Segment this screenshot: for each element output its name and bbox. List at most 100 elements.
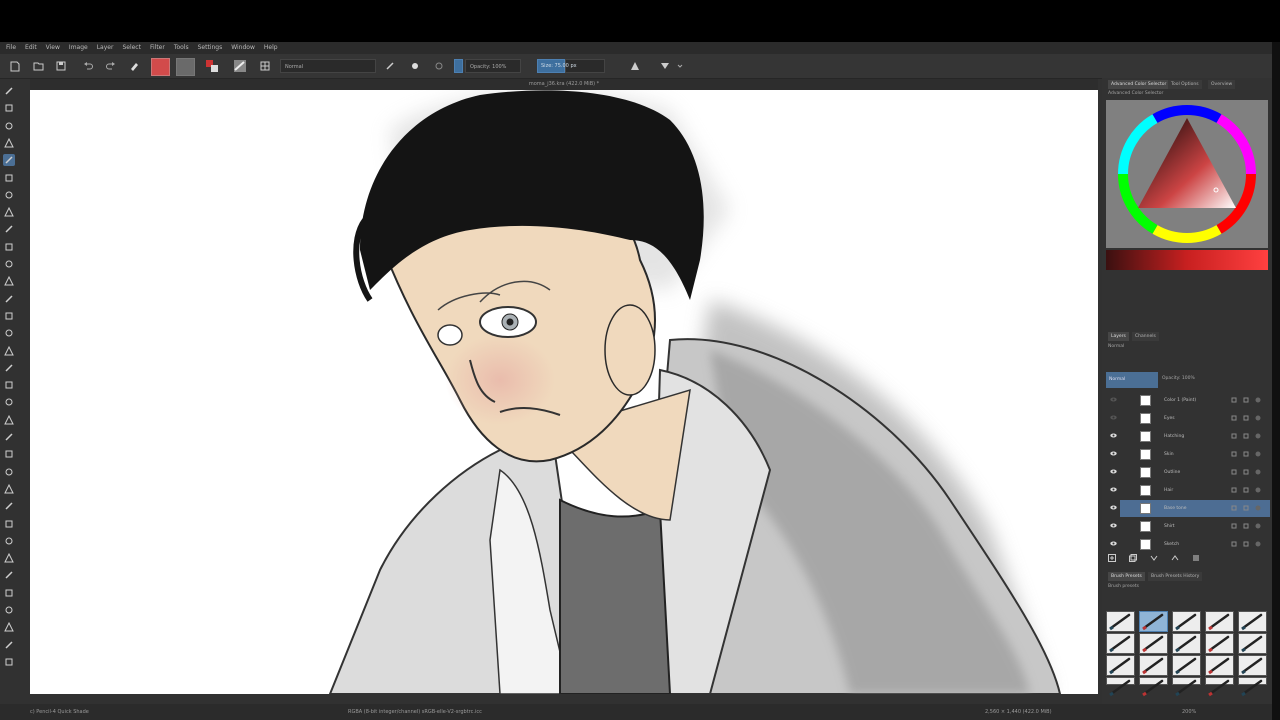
layer-property-icons[interactable]	[1230, 523, 1264, 529]
brush-preset-tile[interactable]	[1172, 677, 1201, 697]
edit-shapes-tool-icon[interactable]	[3, 120, 15, 132]
move-layer-up-icon[interactable]	[1171, 554, 1179, 562]
rectangle-tool-icon[interactable]	[3, 189, 15, 201]
layer-row[interactable]: Color 1 (Paint)	[1110, 392, 1270, 409]
menu-filter[interactable]: Filter	[150, 42, 165, 54]
measure-tool-icon[interactable]	[3, 483, 15, 495]
new-document-icon[interactable]	[8, 58, 22, 74]
polygon-tool-icon[interactable]	[3, 223, 15, 235]
menu-tools[interactable]: Tools	[174, 42, 189, 54]
freehand-brush-tool-icon[interactable]	[3, 154, 15, 167]
visibility-eye-icon[interactable]	[1110, 523, 1117, 528]
color-wheel[interactable]	[1106, 100, 1268, 248]
pattern-icon[interactable]	[232, 58, 248, 74]
layer-property-icons[interactable]	[1230, 469, 1264, 475]
tab-brush-presets-history[interactable]: Brush Presets History	[1148, 572, 1203, 581]
layer-row[interactable]: Outline	[1110, 464, 1270, 481]
polyline-tool-icon[interactable]	[3, 241, 15, 253]
freehand-select-tool-icon[interactable]	[3, 569, 15, 581]
tab-layers[interactable]: Layers	[1108, 332, 1129, 341]
redo-icon[interactable]	[104, 58, 118, 74]
blend-mode-dropdown[interactable]: Normal	[280, 59, 376, 73]
drawing-canvas[interactable]	[30, 90, 1098, 694]
color-history-strip[interactable]	[1106, 250, 1268, 270]
visibility-eye-icon[interactable]	[1110, 505, 1117, 510]
brush-preset-tile[interactable]	[1238, 633, 1267, 654]
menu-settings[interactable]: Settings	[198, 42, 223, 54]
menu-help[interactable]: Help	[264, 42, 278, 54]
rectangular-select-tool-icon[interactable]	[3, 518, 15, 530]
layer-property-icons[interactable]	[1230, 433, 1264, 439]
layer-properties-icon[interactable]	[1192, 554, 1200, 562]
ellipse-tool-icon[interactable]	[3, 206, 15, 218]
menu-file[interactable]: File	[6, 42, 16, 54]
contiguous-select-tool-icon[interactable]	[3, 587, 15, 599]
layer-row[interactable]: Hair	[1110, 482, 1270, 499]
visibility-eye-icon[interactable]	[1110, 487, 1117, 492]
add-layer-icon[interactable]	[1108, 554, 1116, 562]
opacity-slider[interactable]: Opacity: 100%	[465, 59, 521, 73]
visibility-eye-icon[interactable]	[1110, 397, 1117, 402]
freehand-path-tool-icon[interactable]	[3, 275, 15, 287]
brush-preset-tile[interactable]	[1106, 677, 1135, 697]
menu-layer[interactable]: Layer	[97, 42, 114, 54]
smart-patch-tool-icon[interactable]	[3, 414, 15, 426]
brush-preset-tile[interactable]	[1106, 633, 1135, 654]
brush-preset-tile[interactable]	[1139, 677, 1168, 697]
document-tab[interactable]: moma_j36.kra (422.0 MiB) *	[30, 79, 1098, 98]
move-layer-down-icon[interactable]	[1150, 554, 1158, 562]
dynamic-brush-tool-icon[interactable]	[3, 293, 15, 305]
brush-preset-tile[interactable]	[1139, 633, 1168, 654]
layer-opacity-slider[interactable]: Opacity: 100%	[1162, 376, 1195, 381]
brush-preset-tile[interactable]	[1106, 611, 1135, 632]
visibility-eye-icon[interactable]	[1110, 451, 1117, 456]
brush-preset-tile[interactable]	[1238, 611, 1267, 632]
color-picker-tool-icon[interactable]	[3, 396, 15, 408]
brush-editor-icon[interactable]	[258, 58, 272, 74]
visibility-eye-icon[interactable]	[1110, 433, 1117, 438]
layer-row[interactable]: Shirt	[1110, 518, 1270, 535]
brush-preset-tile[interactable]	[1238, 655, 1267, 676]
brush-preset-tile[interactable]	[1172, 655, 1201, 676]
layer-property-icons[interactable]	[1230, 487, 1264, 493]
transform-tool-icon[interactable]	[3, 327, 15, 339]
mirror-vertical-icon[interactable]	[658, 58, 672, 74]
status-zoom[interactable]: 200%	[1182, 709, 1196, 715]
text-tool-icon[interactable]	[3, 102, 15, 114]
tab-tool-options[interactable]: Tool Options	[1168, 80, 1202, 89]
menu-view[interactable]: View	[46, 42, 60, 54]
menu-image[interactable]: Image	[69, 42, 88, 54]
preserve-alpha-icon[interactable]	[384, 58, 396, 74]
open-document-icon[interactable]	[31, 58, 45, 74]
foreground-color-swatch[interactable]	[151, 58, 170, 76]
line-tool-icon[interactable]	[3, 172, 15, 184]
assistant-tool-icon[interactable]	[3, 466, 15, 478]
tab-brush-presets[interactable]: Brush Presets	[1108, 572, 1145, 581]
calligraphy-tool-icon[interactable]	[3, 137, 15, 149]
eraser-mode-icon[interactable]	[127, 58, 141, 74]
menu-select[interactable]: Select	[122, 42, 141, 54]
enclose-fill-tool-icon[interactable]	[3, 448, 15, 460]
magnetic-select-tool-icon[interactable]	[3, 639, 15, 651]
crop-tool-icon[interactable]	[3, 362, 15, 374]
bezier-select-tool-icon[interactable]	[3, 621, 15, 633]
tab-advanced-color-selector[interactable]: Advanced Color Selector	[1108, 80, 1170, 89]
layer-row[interactable]: Skin	[1110, 446, 1270, 463]
more-options-chevron-icon[interactable]	[676, 58, 684, 74]
layer-row[interactable]: Eyes	[1110, 410, 1270, 427]
brush-preset-tile[interactable]	[1205, 655, 1234, 676]
close-icon[interactable]	[1088, 82, 1095, 98]
gradient-tool-icon[interactable]	[3, 379, 15, 391]
brush-preset-tile[interactable]	[1205, 633, 1234, 654]
visibility-eye-icon[interactable]	[1110, 541, 1117, 546]
multibrush-tool-icon[interactable]	[3, 310, 15, 322]
brush-preset-tile[interactable]	[1172, 633, 1201, 654]
gradient-icon[interactable]	[204, 58, 220, 74]
layer-row[interactable]: Base tone	[1110, 500, 1270, 517]
brush-preset-tile[interactable]	[1205, 677, 1234, 697]
visibility-eye-icon[interactable]	[1110, 415, 1117, 420]
brush-dot-icon[interactable]	[408, 58, 422, 74]
polygonal-select-tool-icon[interactable]	[3, 552, 15, 564]
similar-select-tool-icon[interactable]	[3, 604, 15, 616]
brush-preset-tile[interactable]	[1205, 611, 1234, 632]
